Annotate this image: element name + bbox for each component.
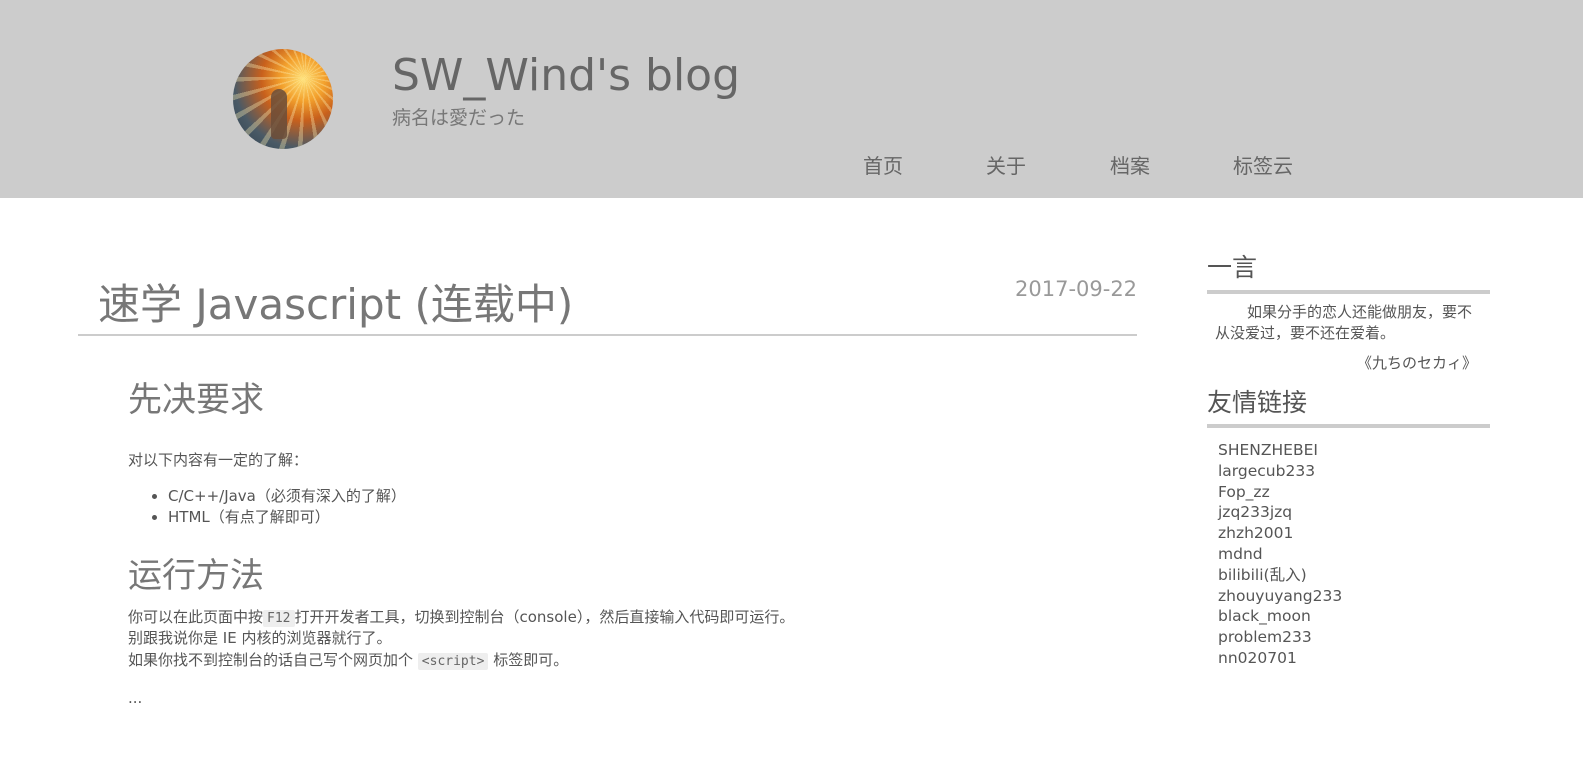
script-tag-code: <script> <box>417 653 489 670</box>
site-title[interactable]: SW_Wind's blog <box>392 50 740 102</box>
avatar-figure <box>271 89 287 139</box>
nav-archive[interactable]: 档案 <box>1110 150 1150 179</box>
site-subtitle: 病名は愛だった <box>392 107 526 129</box>
site-header: SW_Wind's blog 病名は愛だった 首页 关于 档案 标签云 <box>0 0 1583 198</box>
list-item: C/C++/Java（必须有深入的了解） <box>168 486 406 507</box>
f12-code: F12 <box>263 610 295 627</box>
prerequisites-list: C/C++/Java（必须有深入的了解） HTML（有点了解即可） <box>128 486 406 528</box>
friend-link[interactable]: largecub233 <box>1218 461 1342 482</box>
post-ellipsis: ... <box>128 689 143 707</box>
hitokoto-quote: 如果分手的恋人还能做朋友，要不从没爱过，要不还在爱着。 <box>1215 303 1473 342</box>
hitokoto-source: 《九ちのセカィ》 <box>1356 354 1477 372</box>
nav-tag-cloud[interactable]: 标签云 <box>1233 150 1293 179</box>
friend-link[interactable]: zhzh2001 <box>1218 523 1342 544</box>
friend-link[interactable]: SHENZHEBEI <box>1218 440 1342 461</box>
hitokoto-divider <box>1207 290 1490 294</box>
friend-link[interactable]: jzq233jzq <box>1218 502 1342 523</box>
friend-link[interactable]: bilibili(乱入) <box>1218 565 1342 586</box>
run-instruction-line-2: 别跟我说你是 IE 内核的浏览器就行了。 <box>128 629 392 647</box>
friend-link[interactable]: Fop_zz <box>1218 482 1342 503</box>
list-item: HTML（有点了解即可） <box>168 507 406 528</box>
friend-link[interactable]: nn020701 <box>1218 648 1342 669</box>
hitokoto-title: 一言 <box>1207 253 1258 282</box>
nav-about[interactable]: 关于 <box>986 150 1026 179</box>
friend-link[interactable]: problem233 <box>1218 627 1342 648</box>
friend-links-list: SHENZHEBEI largecub233 Fop_zz jzq233jzq … <box>1218 440 1342 669</box>
section-heading-prerequisites: 先决要求 <box>128 380 264 420</box>
avatar[interactable] <box>233 49 333 149</box>
section-heading-how-to-run: 运行方法 <box>128 556 264 596</box>
friend-link[interactable]: zhouyuyang233 <box>1218 586 1342 607</box>
run-line-1-text: 你可以在此页面中按 <box>128 608 264 626</box>
run-line-3-text: 如果你找不到控制台的话自己写个网页加个 <box>128 651 414 669</box>
post-title-divider <box>78 334 1137 336</box>
run-line-3-text-rest: 标签即可。 <box>493 651 569 669</box>
run-line-1-text-rest: 打开开发者工具，切换到控制台（console），然后直接输入代码即可运行。 <box>294 608 795 626</box>
friend-links-divider <box>1207 424 1490 428</box>
friend-link[interactable]: mdnd <box>1218 544 1342 565</box>
post-title[interactable]: 速学 Javascript (连载中) <box>98 280 573 330</box>
prerequisites-intro: 对以下内容有一定的了解： <box>128 451 309 469</box>
post-date: 2017-09-22 <box>1015 277 1138 301</box>
nav-home[interactable]: 首页 <box>863 150 903 179</box>
friend-links-title: 友情链接 <box>1207 388 1308 417</box>
run-instruction-line-1: 你可以在此页面中按 F12 打开开发者工具，切换到控制台（console），然后直接… <box>128 607 794 629</box>
run-instruction-line-3: 如果你找不到控制台的话自己写个网页加个 <script> 标签即可。 <box>128 650 568 672</box>
friend-link[interactable]: black_moon <box>1218 606 1342 627</box>
